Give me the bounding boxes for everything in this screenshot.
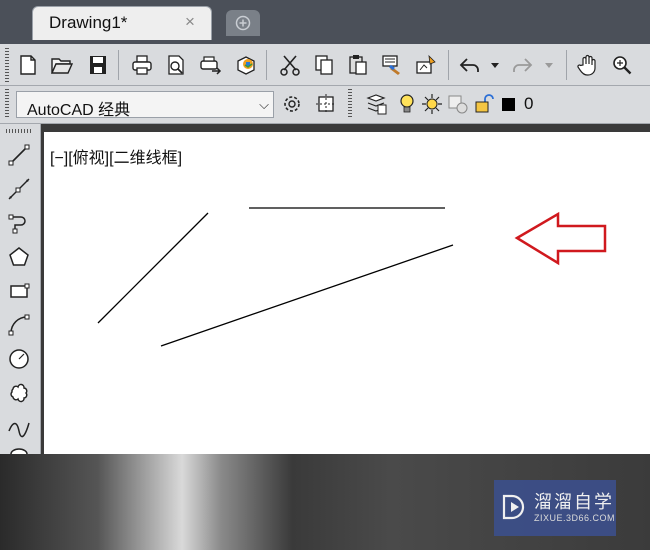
separator (266, 50, 267, 80)
rectangle-icon[interactable] (4, 276, 34, 306)
drawing-canvas[interactable]: [−][俯视][二维线框] (44, 132, 650, 454)
line-icon[interactable] (4, 140, 34, 170)
toolbar-grip[interactable] (348, 89, 352, 119)
plot-preview-icon[interactable] (162, 51, 190, 79)
red-arrow-annotation (514, 211, 607, 266)
zoom-realtime-icon[interactable] (608, 51, 636, 79)
workspace-settings-icon[interactable] (278, 90, 306, 118)
draw-toolbar (0, 124, 41, 454)
copy-icon[interactable] (310, 51, 338, 79)
watermark-title: 溜溜自学 (534, 492, 614, 512)
undo-dropdown-icon[interactable] (486, 51, 504, 79)
ellipse-icon[interactable] (4, 442, 34, 454)
circle-icon[interactable] (4, 344, 34, 374)
drawn-line[interactable] (97, 212, 209, 324)
drawn-line[interactable] (160, 244, 454, 347)
polygon-icon[interactable] (4, 242, 34, 272)
layer-viewport-icon[interactable] (446, 90, 470, 118)
separator (448, 50, 449, 80)
new-icon[interactable] (14, 51, 42, 79)
save-icon[interactable] (84, 51, 112, 79)
separator (566, 50, 567, 80)
construction-line-icon[interactable] (4, 174, 34, 204)
standard-toolbar (0, 44, 650, 86)
redo-dropdown-icon[interactable] (540, 51, 558, 79)
drawing-area (97, 207, 607, 347)
layer-on-icon[interactable] (396, 90, 418, 118)
layer-properties-icon[interactable] (362, 90, 390, 118)
plot-icon[interactable] (128, 51, 156, 79)
chevron-down-icon: ⌵ (259, 97, 269, 112)
layer-lock-icon[interactable] (472, 90, 496, 118)
watermark-logo: 溜溜自学 ZIXUE.3D66.COM (494, 480, 616, 536)
match-properties-icon[interactable] (378, 51, 406, 79)
toolbar-grip[interactable] (6, 129, 32, 133)
open-icon[interactable] (48, 51, 76, 79)
redo-icon[interactable] (508, 51, 536, 79)
arc-icon[interactable] (4, 310, 34, 340)
layer-color-swatch (502, 98, 515, 111)
toolbar-grip[interactable] (5, 48, 9, 82)
close-icon[interactable]: × (185, 12, 195, 32)
watermark-url: ZIXUE.3D66.COM (534, 513, 616, 523)
workspace-layers-toolbar: AutoCAD 经典 ⌵ (0, 86, 650, 124)
new-tab-button[interactable] (226, 10, 260, 36)
workspace-select-value: AutoCAD 经典 (27, 102, 131, 119)
play-logo-icon (502, 494, 525, 520)
block-editor-icon[interactable] (412, 51, 440, 79)
publish-icon[interactable] (196, 51, 224, 79)
revision-cloud-icon[interactable] (4, 378, 34, 408)
spline-icon[interactable] (4, 412, 34, 442)
plus-icon (235, 15, 251, 31)
layer-freeze-icon[interactable] (420, 90, 444, 118)
separator (118, 50, 119, 80)
polyline-icon[interactable] (4, 208, 34, 238)
customize-icon[interactable] (312, 90, 340, 118)
3d-dwf-icon[interactable] (232, 51, 260, 79)
cut-icon[interactable] (276, 51, 304, 79)
layer-name[interactable]: 0 (524, 94, 533, 114)
pan-icon[interactable] (574, 51, 602, 79)
workspace-select[interactable]: AutoCAD 经典 ⌵ (16, 91, 274, 119)
paste-icon[interactable] (344, 51, 372, 79)
tab-label: Drawing1* (49, 13, 128, 32)
undo-icon[interactable] (456, 51, 484, 79)
document-tab-bar: Drawing1* × (0, 0, 650, 44)
tab-drawing1[interactable]: Drawing1* × (32, 6, 212, 40)
toolbar-grip[interactable] (5, 89, 9, 119)
